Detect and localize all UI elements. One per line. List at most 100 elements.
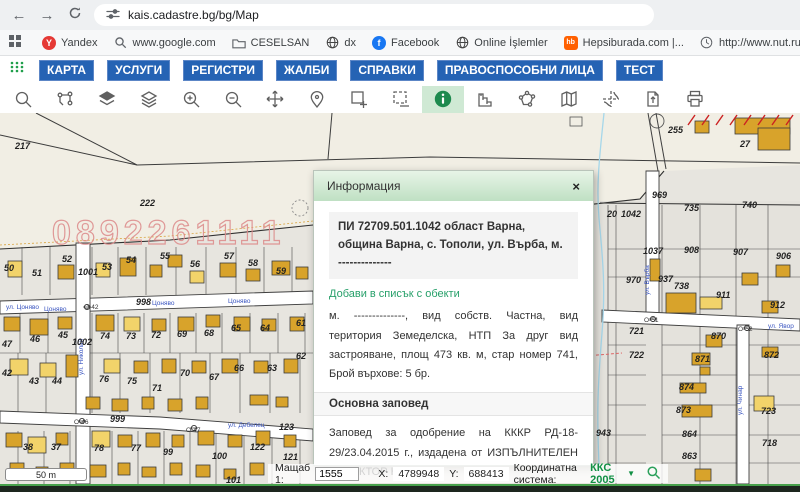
tool-draw-rectangle-button[interactable]: [338, 86, 380, 113]
parcel-number-label: 908: [684, 245, 699, 255]
bookmark-label: Hepsiburada.com |...: [583, 37, 684, 49]
close-icon[interactable]: ×: [572, 179, 580, 194]
parcel-number-label: 740: [742, 200, 757, 210]
browser-address-bar: ← → kais.cadastre.bg/bg/Map: [0, 0, 800, 30]
yandex-icon: Y: [42, 36, 56, 50]
bottom-strip: [0, 484, 800, 492]
bookmark-label: Facebook: [391, 37, 439, 49]
tool-roads-button[interactable]: [590, 86, 632, 113]
parcel-number-label: 76: [99, 374, 110, 384]
tool-zoom-in-button[interactable]: [170, 86, 212, 113]
crs-value[interactable]: ККС 2005: [590, 462, 622, 485]
bookmark-http-www-nut-ru-[interactable]: http://www.nut.ru/...: [692, 33, 800, 53]
scale-input[interactable]: [315, 467, 359, 481]
tool-info-button[interactable]: [422, 86, 464, 113]
street-name-label: 998: [136, 297, 151, 307]
parcel-number-label: 735: [684, 203, 700, 213]
parcel-number-label: 1037: [643, 246, 664, 256]
tool-pan-button[interactable]: [254, 86, 296, 113]
parcel-number-label: 64: [260, 323, 270, 333]
forward-icon[interactable]: →: [38, 7, 56, 24]
street-name-label: О-47: [186, 427, 201, 434]
scale-label: Мащаб 1:: [275, 462, 310, 485]
parcel-number-label: 222: [139, 198, 155, 208]
bookmark-label: dx: [344, 37, 356, 49]
bookmark-facebook[interactable]: fFacebook: [364, 33, 447, 53]
menu-dots-icon[interactable]: [10, 61, 26, 80]
parcel-number-label: 42: [1, 368, 12, 378]
tool-layers-button[interactable]: [128, 86, 170, 113]
tool-zoom-out-button[interactable]: [212, 86, 254, 113]
street-name-label: О-51: [644, 317, 659, 324]
parcel-number-label: 57: [224, 251, 235, 261]
street-name-label: О-46: [74, 419, 89, 426]
parcel-number-label: 721: [629, 326, 644, 336]
parcel-number-label: 75: [127, 376, 138, 386]
bookmark-ceselsan[interactable]: CESELSAN: [224, 33, 318, 53]
magnifier-icon: [114, 36, 128, 50]
parcel-number-label: 47: [1, 339, 13, 349]
parcel-number-label: 62: [296, 351, 306, 361]
parcel-number-label: 718: [762, 438, 777, 448]
tool-layers-filled-button[interactable]: [86, 86, 128, 113]
street-name-label: Цоняво: [152, 300, 175, 307]
tool-select-area-button[interactable]: [380, 86, 422, 113]
info-popup-body: ПИ 72709.501.1042 област Варна, община В…: [314, 201, 593, 484]
parcel-number-label: 738: [674, 281, 689, 291]
nav-справки[interactable]: СПРАВКИ: [350, 60, 424, 81]
street-name-label: Цоняво: [228, 298, 251, 305]
parcel-number-label: 71: [152, 383, 162, 393]
bookmark-yandex[interactable]: YYandex: [34, 33, 106, 53]
bookmark-dx[interactable]: dx: [317, 33, 364, 53]
parcel-number-label: 99: [163, 447, 173, 457]
x-value: 4789948: [393, 467, 444, 481]
nav-жалби[interactable]: ЖАЛБИ: [276, 60, 337, 81]
coordinate-search-icon[interactable]: [646, 465, 661, 483]
back-icon[interactable]: ←: [10, 7, 28, 24]
info-popup: Информация × ПИ 72709.501.1042 област Ва…: [313, 170, 594, 466]
street-name-label: 1002: [72, 337, 92, 347]
url-bar[interactable]: kais.cadastre.bg/bg/Map: [94, 4, 654, 26]
parcel-number-label: 51: [32, 268, 42, 278]
bookmark-hepsiburada-com-[interactable]: hb Hepsiburada.com |...: [556, 33, 692, 53]
bookmark-online-i-lemler[interactable]: Online İşlemler: [447, 33, 555, 53]
street-name-label: 999: [110, 414, 125, 424]
order-section-heading: Основна заповед: [314, 392, 593, 416]
bookmark-www-google-com[interactable]: www.google.com: [106, 33, 224, 53]
crs-label: Координатна система:: [514, 462, 586, 485]
street-name-label: 1001: [78, 267, 98, 277]
map-scalebar: 50 m: [5, 468, 87, 481]
nav-услуги[interactable]: УСЛУГИ: [107, 60, 170, 81]
parcel-number-label: 50: [4, 263, 14, 273]
tool-route-button[interactable]: [44, 86, 86, 113]
parcel-number-label: 27: [739, 139, 751, 149]
watermark-phone-text: 0892261111: [52, 214, 285, 252]
parcel-description: м. --------------, вид собств. Частна, в…: [329, 307, 578, 384]
parcel-number-label: 123: [279, 422, 294, 432]
add-to-list-link[interactable]: Добави в списък с обекти: [329, 288, 578, 300]
tool-export-button[interactable]: [632, 86, 674, 113]
parcel-number-label: 63: [267, 363, 277, 373]
tool-polygon-button[interactable]: [506, 86, 548, 113]
reload-icon[interactable]: [66, 6, 84, 24]
tool-print-button[interactable]: [674, 86, 716, 113]
map-canvas[interactable]: 2172222725596920104273574050515253545556…: [0, 113, 800, 484]
tool-measure-button[interactable]: [464, 86, 506, 113]
street-name-label: Цоняво: [44, 306, 67, 313]
tool-search-button[interactable]: [2, 86, 44, 113]
crs-dropdown-icon[interactable]: ▼: [627, 469, 635, 478]
site-settings-icon[interactable]: [106, 7, 120, 24]
nav-правоспособни-лица[interactable]: ПРАВОСПОСОБНИ ЛИЦА: [437, 60, 603, 81]
street-name-label: ул. Явор: [768, 323, 794, 330]
nav-тест[interactable]: ТЕСТ: [616, 60, 663, 81]
tool-map-button[interactable]: [548, 86, 590, 113]
parcel-number-label: 100: [212, 451, 227, 461]
nav-карта[interactable]: КАРТА: [39, 60, 94, 81]
parcel-number-label: 871: [695, 354, 710, 364]
parcel-number-label: 217: [14, 141, 31, 151]
hepsiburada-icon: hb: [564, 36, 578, 50]
nav-регистри[interactable]: РЕГИСТРИ: [183, 60, 263, 81]
apps-grid-icon[interactable]: [8, 34, 22, 51]
parcel-number-label: 72: [151, 330, 161, 340]
tool-location-button[interactable]: [296, 86, 338, 113]
